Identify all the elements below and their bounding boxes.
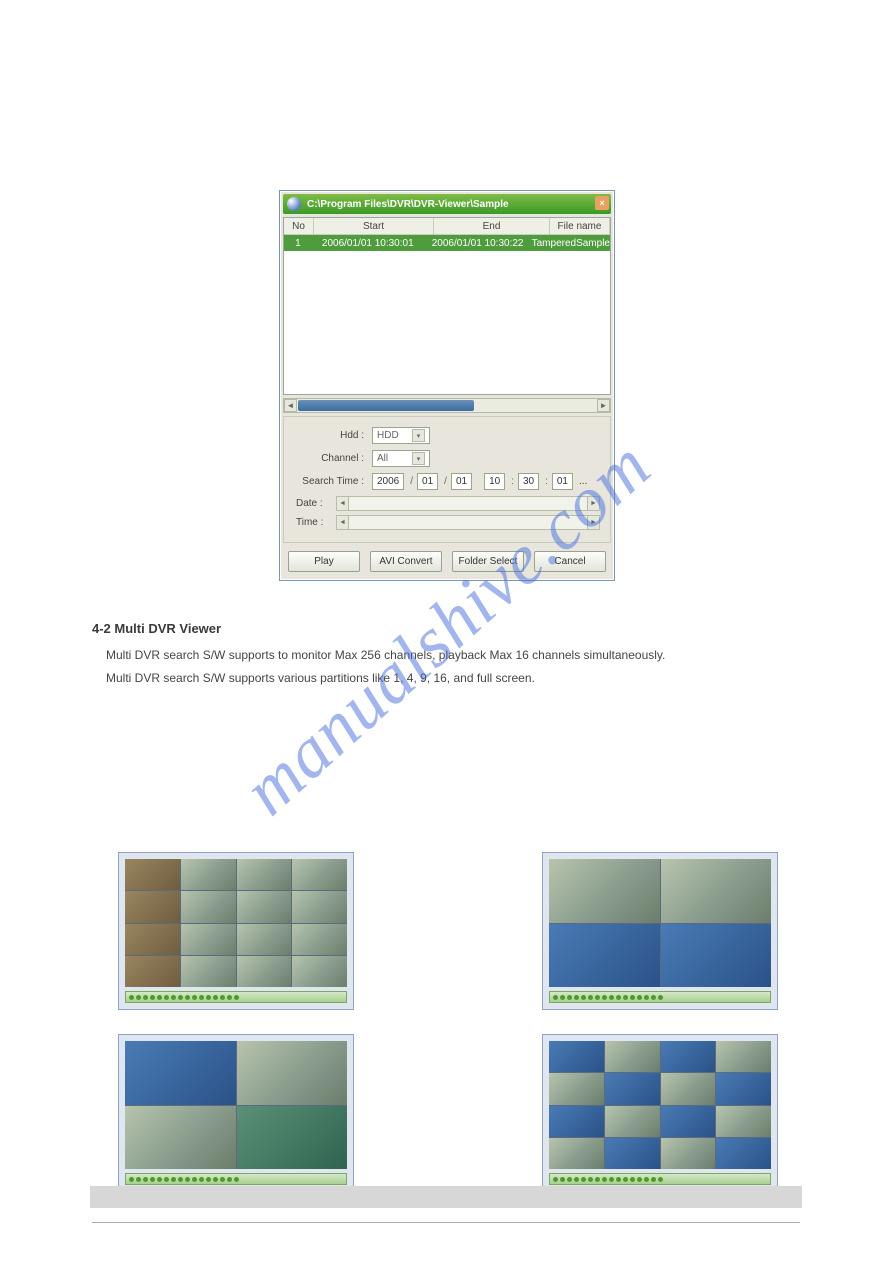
colon-2: : [545, 476, 548, 487]
slider-left-icon[interactable]: ◄ [337, 516, 349, 529]
hour-field[interactable]: 10 [484, 473, 505, 490]
screenshot-thumbnails [118, 852, 778, 1216]
colon-1: : [511, 476, 514, 487]
sec-field[interactable]: 01 [552, 473, 573, 490]
col-start: Start [314, 218, 434, 234]
channel-select[interactable]: All ▾ [372, 450, 430, 467]
hdd-value: HDD [377, 430, 399, 441]
day-field[interactable]: 01 [451, 473, 472, 490]
date-label: Date : [294, 498, 336, 509]
file-list[interactable]: No Start End File name 1 2006/01/01 10:3… [283, 217, 611, 395]
chevron-down-icon: ▾ [412, 429, 425, 442]
thumbnail-2 [542, 852, 778, 1010]
time-slider[interactable]: ◄ ► [336, 515, 600, 530]
date-slider[interactable]: ◄ ► [336, 496, 600, 511]
section-p1: Multi DVR search S/W supports to monitor… [106, 647, 802, 664]
search-panel: Hdd : HDD ▾ Channel : All ▾ Search Time … [283, 416, 611, 543]
month-field[interactable]: 01 [417, 473, 438, 490]
slider-right-icon[interactable]: ► [587, 516, 599, 529]
dialog-button-row: Play AVI Convert Folder Select Cancel [280, 545, 614, 580]
section-text: 4-2 Multi DVR Viewer Multi DVR search S/… [92, 620, 802, 694]
footer-rule [92, 1222, 800, 1223]
chevron-down-icon: ▾ [412, 452, 425, 465]
avi-convert-button[interactable]: AVI Convert [370, 551, 442, 572]
slash-1: / [410, 476, 413, 487]
slider-left-icon[interactable]: ◄ [337, 497, 349, 510]
thumbnail-3 [118, 1034, 354, 1192]
cell-file: TamperedSample [532, 235, 610, 251]
col-file: File name [550, 218, 610, 234]
file-search-dialog: C:\Program Files\DVR\DVR-Viewer\Sample ×… [279, 190, 615, 581]
scroll-left-icon[interactable]: ◄ [284, 399, 297, 412]
col-end: End [434, 218, 550, 234]
folder-select-button[interactable]: Folder Select [452, 551, 524, 572]
close-icon[interactable]: × [595, 196, 609, 210]
col-no: No [284, 218, 314, 234]
scroll-right-icon[interactable]: ► [597, 399, 610, 412]
cell-no: 1 [284, 235, 312, 251]
cell-end: 2006/01/01 10:30:22 [424, 235, 532, 251]
scroll-thumb[interactable] [298, 400, 474, 411]
min-field[interactable]: 30 [518, 473, 539, 490]
list-header: No Start End File name [284, 218, 610, 235]
cancel-button[interactable]: Cancel [534, 551, 606, 572]
slider-right-icon[interactable]: ► [587, 497, 599, 510]
hdd-label: Hdd : [294, 430, 372, 441]
play-button[interactable]: Play [288, 551, 360, 572]
section-heading: 4-2 Multi DVR Viewer [92, 620, 802, 639]
more-button[interactable]: ... [579, 476, 587, 487]
searchtime-label: Search Time : [294, 476, 372, 487]
channel-value: All [377, 453, 388, 464]
thumbnail-1 [118, 852, 354, 1010]
hdd-select[interactable]: HDD ▾ [372, 427, 430, 444]
dialog-title: C:\Program Files\DVR\DVR-Viewer\Sample [307, 199, 509, 210]
slash-2: / [444, 476, 447, 487]
cell-start: 2006/01/01 10:30:01 [312, 235, 424, 251]
section-p2: Multi DVR search S/W supports various pa… [106, 670, 802, 687]
thumbnail-4 [542, 1034, 778, 1192]
list-row[interactable]: 1 2006/01/01 10:30:01 2006/01/01 10:30:2… [284, 235, 610, 251]
app-icon [287, 197, 301, 211]
list-hscroll[interactable]: ◄ ► [283, 398, 611, 413]
time-label: Time : [294, 517, 336, 528]
footer-grey-bar [90, 1186, 802, 1208]
dialog-titlebar: C:\Program Files\DVR\DVR-Viewer\Sample × [283, 194, 611, 214]
year-field[interactable]: 2006 [372, 473, 404, 490]
channel-label: Channel : [294, 453, 372, 464]
